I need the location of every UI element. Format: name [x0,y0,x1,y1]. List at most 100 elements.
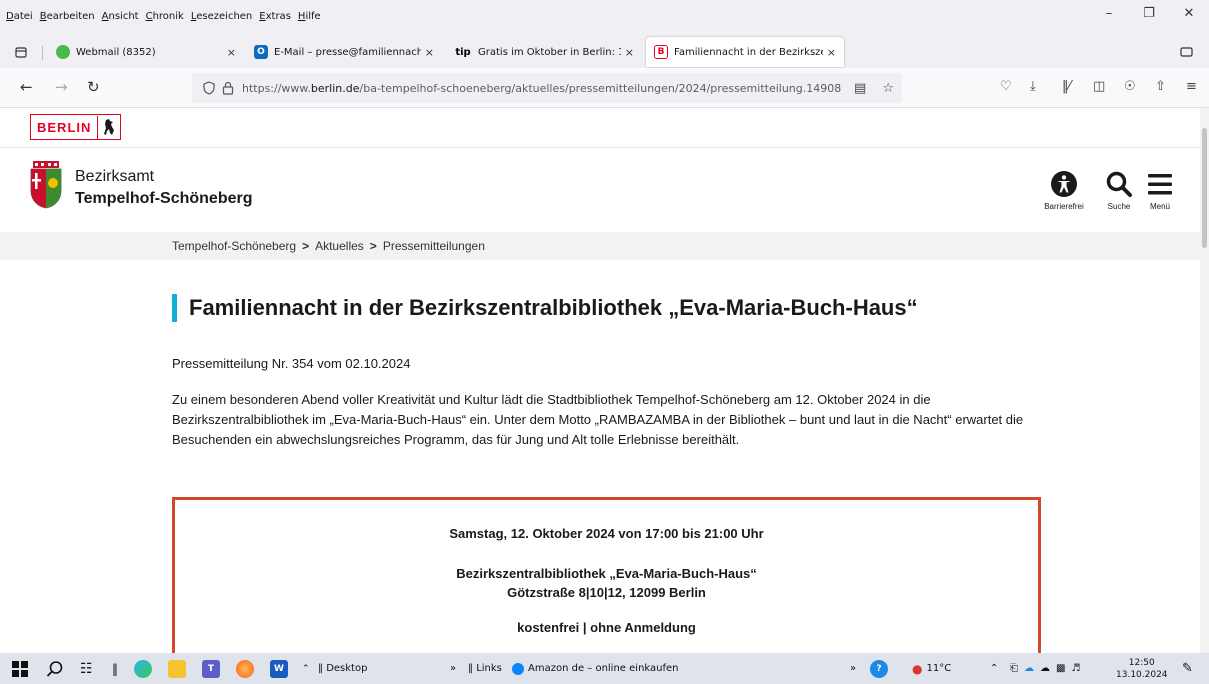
menu-button[interactable]: Menü [1143,166,1177,211]
download-icon[interactable]: ⤓ [1030,79,1036,94]
close-tab-icon[interactable]: × [425,46,434,59]
notification-center-icon[interactable]: ✎ [1182,653,1193,684]
search-icon [1106,171,1132,197]
onedrive-icon[interactable]: ☁ [1024,663,1034,674]
links-toolbar[interactable]: ‖ Links [468,653,502,684]
accessibility-label: Barrierefrei [1044,202,1084,211]
word-app[interactable]: W [270,653,288,684]
close-window-button[interactable]: ✕ [1169,6,1209,21]
start-button[interactable] [12,653,28,684]
url-prefix: https://www. [242,81,311,95]
minimize-button[interactable]: – [1089,6,1129,21]
help-tray-icon[interactable]: ? [870,653,888,684]
clock-date: 13.10.2024 [1116,669,1168,680]
page-scrollbar[interactable] [1200,108,1209,653]
url-text[interactable]: https://www.berlin.de/ba-tempelhof-schoe… [242,82,846,95]
lock-icon[interactable] [222,81,234,95]
account-icon[interactable]: ☉ [1124,79,1136,94]
org-name-line1[interactable]: Bezirksamt [75,168,154,186]
firefox-app[interactable] [236,653,254,684]
amazon-label: Amazon de – online einkaufen [528,663,679,674]
close-tab-icon[interactable]: × [227,46,236,59]
library-icon[interactable]: ‖⁄ [1062,79,1071,94]
berlin-bear-icon [98,118,120,136]
tab-label: Familiennacht in der Bezirkszent [674,46,823,58]
file-explorer-app[interactable] [168,653,186,684]
event-venue: Bezirkszentralbibliothek „Eva-Maria-Buch… [456,566,757,581]
reader-view-icon[interactable]: ▤ [854,81,866,96]
url-bar[interactable]: https://www.berlin.de/ba-tempelhof-schoe… [192,73,902,103]
list-tabs-icon [1180,47,1193,57]
breadcrumb-link-news[interactable]: Aktuelles [315,239,364,253]
search-button[interactable]: Suche [1099,166,1139,211]
cloud-icon[interactable]: ☁ [1040,663,1050,674]
window-controls: – ❐ ✕ [1089,6,1209,21]
tab-overview-button[interactable] [14,37,38,67]
tab-bar: Webmail (8352) × O E-Mail – presse@famil… [0,30,1209,68]
network-icon[interactable]: ▩ [1056,663,1065,674]
sidebar-icon[interactable]: ◫ [1093,79,1105,94]
tab-tip[interactable]: tip Gratis im Oktober in Berlin: 12 k × [446,37,642,67]
tab-familiennacht[interactable]: B Familiennacht in der Bezirkszent × [646,37,844,67]
scrollbar-thumb[interactable] [1202,128,1207,248]
extensions-icon[interactable]: ⇧ [1155,79,1166,94]
accessibility-button[interactable]: Barrierefrei [1038,166,1090,211]
chevron-right-icon[interactable]: » [850,653,856,684]
close-tab-icon[interactable]: × [827,46,836,59]
breadcrumb-link-district[interactable]: Tempelhof-Schöneberg [172,239,296,253]
task-view-icon[interactable]: ☷ [80,653,93,684]
edge-small-icon [512,662,524,675]
toolbar-expand-icon[interactable]: ⌃ [302,653,310,684]
tab-email[interactable]: O E-Mail – presse@familiennacht. × [246,37,442,67]
menu-lesezeichen[interactable]: Lesezeichen [191,11,252,22]
menu-ansicht[interactable]: Ansicht [102,11,139,22]
url-path: /ba-tempelhof-schoeneberg/aktuelles/pres… [359,81,842,95]
weather-widget[interactable]: ● 11°C [912,653,951,684]
tab-webmail[interactable]: Webmail (8352) × [48,37,244,67]
edge-icon [134,659,152,678]
desktop-toolbar[interactable]: ‖ Desktop [318,653,367,684]
pocket-icon[interactable]: ♡ [1000,79,1012,94]
menu-bearbeiten[interactable]: Bearbeiten [40,11,95,22]
volume-icon[interactable]: ♬ [1071,663,1080,674]
event-info-box: Samstag, 12. Oktober 2024 von 17:00 bis … [172,497,1041,653]
edge-app[interactable] [134,653,152,684]
district-crest-icon[interactable] [29,161,63,209]
accessibility-icon [1051,171,1077,197]
menu-datei[interactable]: Datei [6,11,33,22]
org-name-line2[interactable]: Tempelhof-Schöneberg [75,190,253,208]
chevron-right-icon[interactable]: » [450,653,456,684]
berlin-top-bar: BERLIN [0,108,1200,148]
app-menu-icon[interactable]: ≡ [1186,79,1197,94]
url-domain: berlin.de [310,81,360,95]
list-all-tabs-button[interactable] [1180,37,1202,67]
navigation-bar: ← → ↻ https://www.berlin.de/ba-tempelhof… [0,68,1209,108]
menu-extras[interactable]: Extras [259,11,291,22]
firefox-icon [236,659,254,678]
back-arrow-icon[interactable]: ← [20,78,33,96]
menu-chronik[interactable]: Chronik [146,11,184,22]
breadcrumb-separator: > [369,239,377,253]
menu-hilfe[interactable]: Hilfe [298,11,321,22]
tip-icon: tip [455,46,471,58]
search-icon [46,660,63,677]
tray-icons: ⎗ ☁ ☁ ▩ ♬ [1010,653,1080,684]
clock[interactable]: 12:50 13.10.2024 [1116,653,1168,684]
tab-label: Webmail (8352) [76,46,156,58]
show-hidden-icons-icon[interactable]: ⌃ [990,653,998,684]
reload-icon[interactable]: ↻ [87,78,100,96]
question-icon: ? [870,659,888,678]
amazon-link[interactable]: Amazon de – online einkaufen [512,653,679,684]
berlin-logo[interactable]: BERLIN [30,114,122,140]
taskbar-divider: ‖ [112,661,118,676]
shield-icon[interactable] [202,81,216,95]
forward-arrow-icon[interactable]: → [55,78,68,96]
hamburger-menu-icon [1148,174,1172,195]
teams-app[interactable]: T [202,653,220,684]
close-tab-icon[interactable]: × [625,46,634,59]
bookmark-star-icon[interactable]: ☆ [882,81,894,96]
restore-button[interactable]: ❐ [1129,6,1169,21]
green-circle-icon [56,45,70,59]
search-taskbar-button[interactable] [46,653,64,684]
pen-tray-icon[interactable]: ⎗ [1010,663,1018,674]
